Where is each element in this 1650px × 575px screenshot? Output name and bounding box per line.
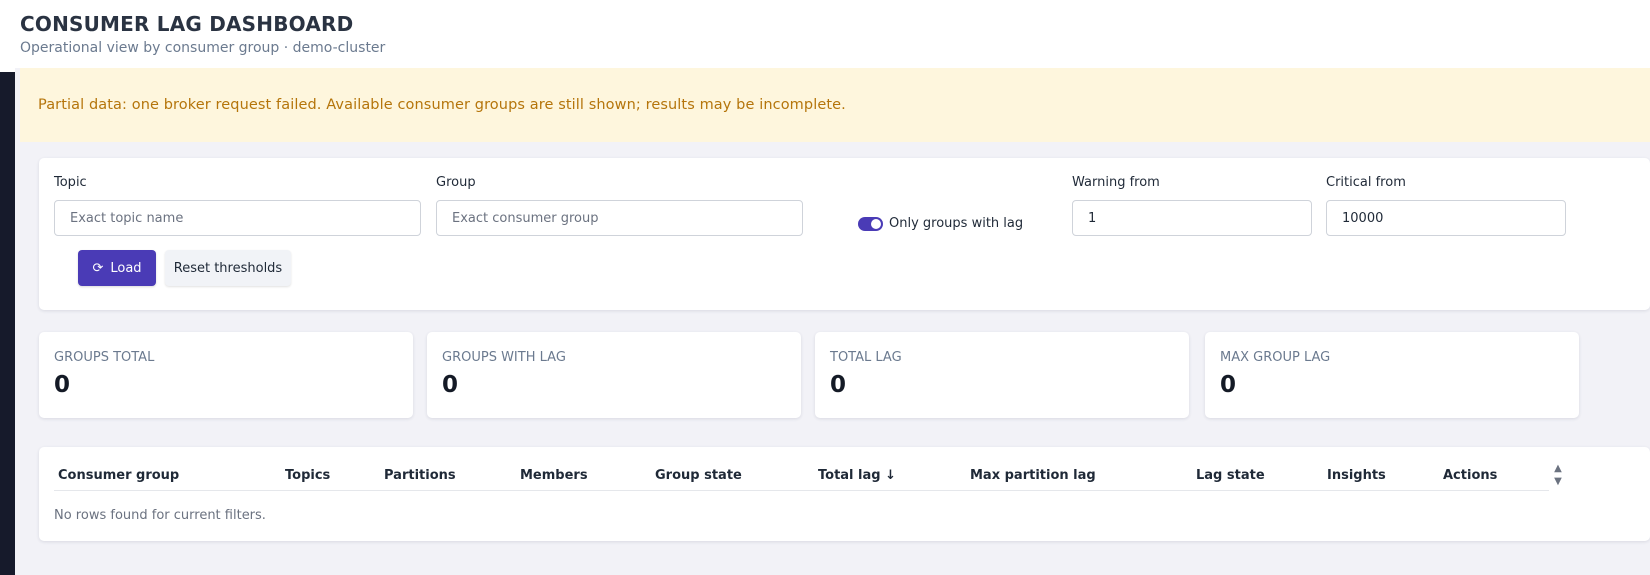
stat-value: 0 [54, 372, 71, 398]
stat-value: 0 [1220, 372, 1237, 398]
column-header-consumer-group[interactable]: Consumer group [58, 468, 179, 483]
partial-data-alert: Partial data: one broker request failed.… [20, 68, 1650, 142]
stat-card-groups-total: GROUPS TOTAL 0 [39, 332, 413, 418]
sidebar [0, 72, 15, 575]
page-subtitle: Operational view by consumer group · dem… [20, 40, 386, 56]
group-label: Group [436, 175, 476, 190]
column-header-topics[interactable]: Topics [285, 468, 330, 483]
warning-label: Warning from [1072, 175, 1160, 190]
refresh-icon: ⟳ [92, 260, 104, 276]
consumer-groups-table: Consumer group Topics Partitions Members… [39, 447, 1650, 541]
column-header-total-lag[interactable]: Total lag ↓ [818, 468, 896, 483]
filters-panel: Topic Group Only groups with lag Warning… [39, 158, 1650, 310]
column-header-partitions[interactable]: Partitions [384, 468, 456, 483]
only-lag-toggle-wrap[interactable]: Only groups with lag [858, 216, 1023, 231]
stat-card-total-lag: TOTAL LAG 0 [815, 332, 1189, 418]
column-header-insights[interactable]: Insights [1327, 468, 1386, 483]
stat-label: MAX GROUP LAG [1220, 350, 1331, 365]
topic-input[interactable] [54, 200, 421, 236]
stat-card-max-group-lag: MAX GROUP LAG 0 [1205, 332, 1579, 418]
alert-text: Partial data: one broker request failed.… [38, 97, 846, 113]
main-content: Partial data: one broker request failed.… [15, 68, 1650, 575]
column-header-members[interactable]: Members [520, 468, 588, 483]
stat-value: 0 [442, 372, 459, 398]
empty-state-text: No rows found for current filters. [54, 508, 266, 523]
column-header-actions[interactable]: Actions [1443, 468, 1497, 483]
load-button-label: Load [110, 260, 142, 276]
group-input[interactable] [436, 200, 803, 236]
topic-label: Topic [54, 175, 87, 190]
scroll-arrows-icon[interactable]: ▲ ▼ [1551, 462, 1565, 492]
stat-value: 0 [830, 372, 847, 398]
stat-card-groups-with-lag: GROUPS WITH LAG 0 [427, 332, 801, 418]
column-header-group-state[interactable]: Group state [655, 468, 742, 483]
page-title: CONSUMER LAG DASHBOARD [20, 12, 354, 36]
stat-label: TOTAL LAG [830, 350, 902, 365]
load-button[interactable]: ⟳ Load [78, 250, 156, 286]
column-header-lag-state[interactable]: Lag state [1196, 468, 1265, 483]
header-divider [54, 490, 1549, 491]
stat-label: GROUPS TOTAL [54, 350, 155, 365]
warning-threshold-input[interactable] [1072, 200, 1312, 236]
only-lag-label: Only groups with lag [889, 216, 1024, 231]
column-header-max-partition-lag[interactable]: Max partition lag [970, 468, 1096, 483]
page-header: CONSUMER LAG DASHBOARD Operational view … [0, 0, 1650, 68]
stat-label: GROUPS WITH LAG [442, 350, 566, 365]
only-lag-toggle[interactable] [858, 216, 883, 231]
critical-label: Critical from [1326, 175, 1406, 190]
critical-threshold-input[interactable] [1326, 200, 1566, 236]
reset-thresholds-button[interactable]: Reset thresholds [165, 250, 291, 286]
